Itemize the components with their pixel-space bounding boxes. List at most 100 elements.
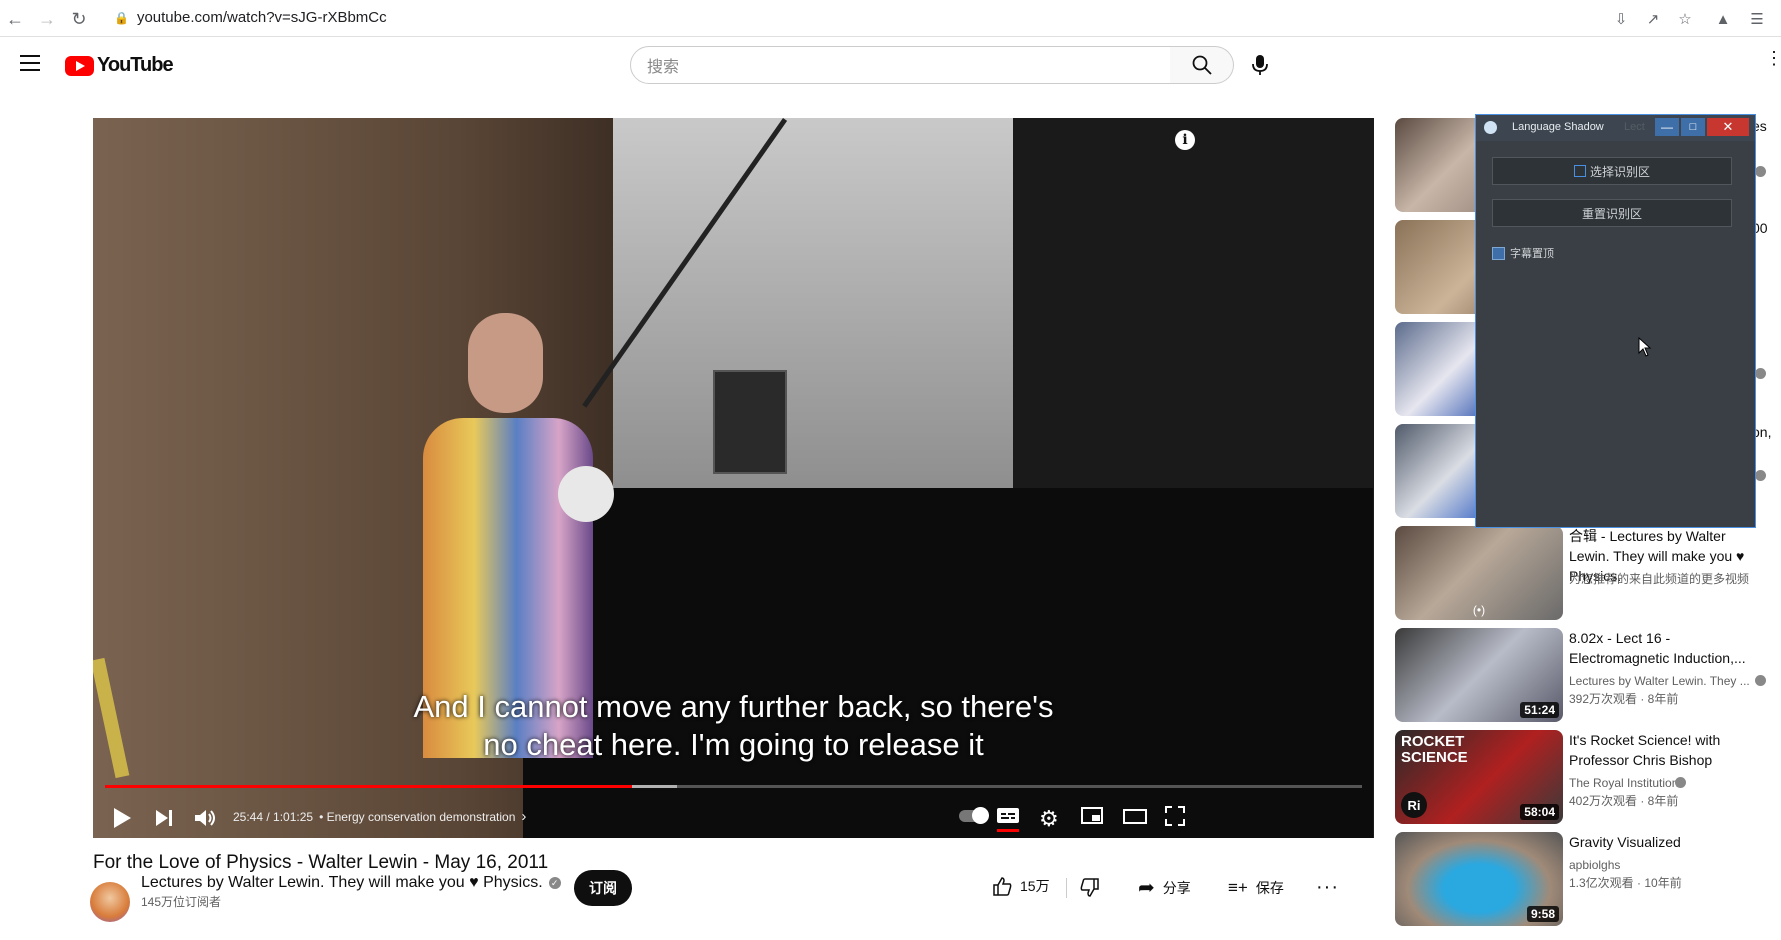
mouse-cursor-icon bbox=[1638, 336, 1652, 362]
minimize-icon[interactable]: — bbox=[1655, 118, 1679, 136]
close-icon[interactable]: ✕ bbox=[1707, 118, 1749, 136]
duration-badge: 9:58 bbox=[1526, 906, 1559, 922]
window-titlebar[interactable]: Language Shadow Lect — □ ✕ bbox=[1476, 115, 1755, 141]
play-button[interactable] bbox=[111, 806, 133, 830]
recommendation-thumbnail[interactable]: 9:58 bbox=[1395, 832, 1563, 926]
install-icon[interactable]: ⇩ bbox=[1611, 9, 1631, 29]
duration-badge: 51:24 bbox=[1520, 702, 1559, 718]
thumbs-up-icon bbox=[993, 877, 1012, 896]
volume-icon bbox=[195, 810, 215, 826]
save-label: 保存 bbox=[1255, 880, 1284, 896]
lock-icon: 🔒 bbox=[114, 10, 129, 25]
search-input[interactable]: 搜索 bbox=[630, 46, 1171, 84]
subscribe-button[interactable]: 订阅 bbox=[574, 870, 632, 906]
checkbox-icon bbox=[1492, 246, 1505, 260]
channel-name[interactable]: Lectures by Walter Lewin. They will make… bbox=[141, 874, 543, 892]
progress-bar[interactable] bbox=[105, 785, 1362, 788]
microphone-icon[interactable] bbox=[1252, 54, 1268, 81]
recommendation-channel: 为您推荐的来自此频道的更多视频 bbox=[1569, 572, 1750, 586]
select-region-label: 选择识别区 bbox=[1589, 164, 1650, 179]
recommendation-channel-row: Lectures by Walter Lewin. They ... bbox=[1569, 672, 1750, 690]
duration-badge: 58:04 bbox=[1520, 804, 1559, 820]
next-button[interactable] bbox=[153, 806, 175, 830]
recommendation-thumbnail[interactable]: 51:24 bbox=[1395, 628, 1563, 722]
save-button[interactable]: ≡+ 保存 bbox=[1228, 878, 1284, 898]
thumbnail-text: ROCKET SCIENCE bbox=[1401, 733, 1468, 766]
search-placeholder: 搜索 bbox=[647, 59, 680, 76]
chapter-chevron-icon[interactable]: › bbox=[521, 809, 526, 824]
reading-list-icon[interactable]: ☰ bbox=[1747, 9, 1767, 29]
app-icon bbox=[1484, 121, 1497, 134]
fullscreen-icon bbox=[1165, 806, 1185, 826]
scene-ball bbox=[558, 466, 614, 522]
scene-screen bbox=[613, 118, 1013, 518]
language-shadow-window[interactable]: Language Shadow Lect — □ ✕ 选择识别区 重置识别区 字… bbox=[1475, 114, 1756, 528]
select-region-button[interactable]: 选择识别区 bbox=[1492, 157, 1732, 185]
search-button[interactable] bbox=[1170, 46, 1234, 84]
verified-icon bbox=[1755, 470, 1766, 481]
recommendation-title[interactable]: 8.02x - Lect 16 - Electromagnetic Induct… bbox=[1569, 628, 1769, 668]
video-title: For the Love of Physics - Walter Lewin -… bbox=[93, 852, 549, 873]
recommendation-item[interactable]: 51:24 8.02x - Lect 16 - Electromagnetic … bbox=[1395, 628, 1766, 722]
fullscreen-button[interactable] bbox=[1165, 806, 1185, 826]
recommendation-stats: 402万次观看 · 8年前 bbox=[1569, 794, 1679, 808]
maximize-icon[interactable]: □ bbox=[1681, 118, 1705, 136]
share-icon: ➦ bbox=[1138, 877, 1155, 899]
reset-region-button[interactable]: 重置识别区 bbox=[1492, 199, 1732, 227]
address-bar[interactable]: 🔒 youtube.com/watch?v=sJG-rXBbmCc bbox=[114, 9, 387, 26]
recommendation-channel: apbiolghs bbox=[1569, 858, 1621, 872]
more-vert-icon[interactable]: ⋮ bbox=[1765, 49, 1781, 67]
settings-button[interactable]: ⚙ bbox=[1039, 806, 1059, 832]
recommendation-item[interactable]: 9:58 Gravity Visualized apbiolghs 1.3亿次观… bbox=[1395, 832, 1765, 926]
url-text: youtube.com/watch?v=sJG-rXBbmCc bbox=[136, 9, 387, 26]
captions-button[interactable] bbox=[997, 806, 1019, 832]
autoplay-icon bbox=[959, 807, 989, 824]
bookmark-star-icon[interactable]: ☆ bbox=[1675, 9, 1695, 29]
recommendation-item[interactable]: ROCKET SCIENCE Ri 58:04 It's Rocket Scie… bbox=[1395, 730, 1765, 824]
more-actions-icon[interactable]: ··· bbox=[1316, 876, 1339, 899]
time-display: 25:44 / 1:01:25 • Energy conservation de… bbox=[233, 809, 526, 824]
recommendation-title[interactable]: It's Rocket Science! with Professor Chri… bbox=[1569, 730, 1769, 770]
miniplayer-button[interactable] bbox=[1081, 806, 1103, 826]
extension-icon[interactable]: ▲ bbox=[1713, 9, 1733, 29]
player-controls: 25:44 / 1:01:25 • Energy conservation de… bbox=[93, 798, 1374, 838]
menu-icon[interactable] bbox=[20, 55, 40, 71]
share-page-icon[interactable]: ↗ bbox=[1643, 9, 1663, 29]
info-icon[interactable]: i bbox=[1175, 130, 1195, 150]
dislike-button[interactable] bbox=[1080, 878, 1100, 903]
recommendation-stats: 392万次观看 · 8年前 bbox=[1569, 692, 1679, 706]
volume-button[interactable] bbox=[193, 806, 219, 830]
ri-logo: Ri bbox=[1401, 792, 1427, 818]
gear-icon: ⚙ bbox=[1039, 806, 1059, 831]
theater-button[interactable] bbox=[1123, 806, 1147, 826]
recommendation-thumbnail[interactable]: ROCKET SCIENCE Ri 58:04 bbox=[1395, 730, 1563, 824]
subtitle-top-checkbox[interactable]: 字幕置顶 bbox=[1492, 245, 1554, 261]
scene-person-head bbox=[468, 313, 543, 413]
video-player[interactable]: i And I cannot move any further back, so… bbox=[93, 118, 1374, 838]
youtube-logo[interactable]: YouTube bbox=[65, 54, 174, 77]
miniplayer-icon bbox=[1081, 807, 1103, 824]
channel-avatar[interactable] bbox=[90, 882, 130, 922]
playlist-add-icon: ≡+ bbox=[1228, 878, 1248, 897]
forward-icon[interactable]: → bbox=[36, 8, 58, 30]
next-icon bbox=[156, 810, 172, 826]
recommendation-thumbnail[interactable]: (•) bbox=[1395, 526, 1563, 620]
scene-book bbox=[713, 370, 787, 474]
verified-icon bbox=[1755, 166, 1766, 177]
like-button[interactable]: 15万 bbox=[992, 876, 1050, 896]
theater-icon bbox=[1123, 809, 1147, 824]
verified-icon: ✓ bbox=[548, 877, 561, 889]
subscriber-count: 145万位订阅者 bbox=[141, 895, 222, 909]
chapter-title[interactable]: • Energy conservation demonstration bbox=[319, 810, 515, 824]
reload-icon[interactable]: ↻ bbox=[68, 8, 90, 30]
share-button[interactable]: ➦ 分享 bbox=[1138, 878, 1191, 898]
verified-icon bbox=[1755, 368, 1766, 379]
play-icon bbox=[114, 808, 131, 828]
recommendation-item[interactable]: (•) 合辑 - Lectures by Walter Lewin. They … bbox=[1395, 526, 1765, 620]
back-icon[interactable]: ← bbox=[4, 8, 26, 30]
autoplay-toggle[interactable] bbox=[959, 807, 989, 824]
subtitle-top-label: 字幕置顶 bbox=[1510, 248, 1554, 260]
region-icon bbox=[1573, 165, 1586, 177]
recommendation-title[interactable]: Gravity Visualized bbox=[1569, 832, 1769, 852]
channel-name-row: Lectures by Walter Lewin. They will make… bbox=[141, 874, 561, 892]
